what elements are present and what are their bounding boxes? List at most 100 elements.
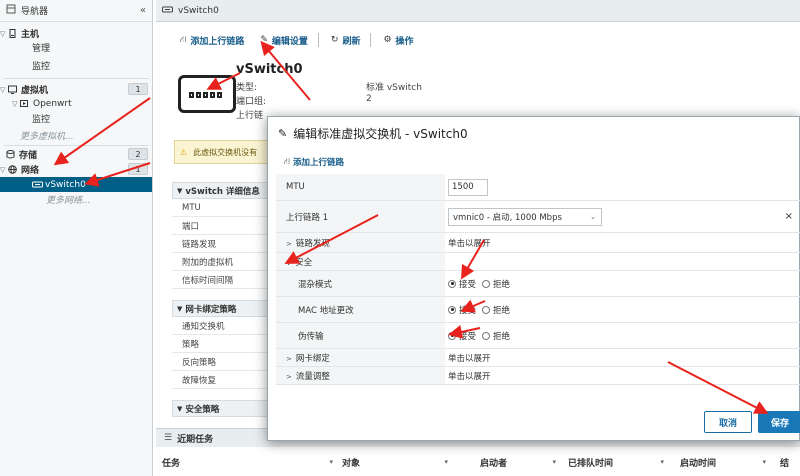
warning-text: 此虚拟交换机没有	[193, 147, 258, 157]
detail-row: MTU	[172, 199, 272, 217]
window-title-bar: vSwitch0	[156, 0, 800, 22]
vswitch-details-section: ▼ vSwitch 详细信息 MTU 端口 链路发现 附加的虚拟机 信标时间间隔	[172, 182, 272, 289]
nav-host-manage[interactable]: 管理	[0, 40, 152, 55]
save-button[interactable]: 保存	[758, 411, 800, 433]
chevron-down-icon[interactable]: ▽	[0, 30, 8, 38]
col-object[interactable]: 对象 ▾	[342, 453, 452, 471]
refresh-button[interactable]: ↻ 刷新	[331, 34, 361, 47]
window-title: vSwitch0	[178, 5, 219, 16]
prop-row: 端口组: 2	[236, 94, 372, 107]
mtu-label: MTU	[286, 182, 305, 192]
chevron-down-icon[interactable]: ▽	[0, 166, 8, 174]
chevron-down-icon: ▾	[660, 458, 664, 466]
security-row[interactable]: ∨ 安全	[276, 253, 800, 271]
col-result[interactable]: 结	[780, 453, 800, 471]
nav-vms-label: 虚拟机	[21, 86, 49, 96]
remove-uplink-icon[interactable]: ×	[785, 211, 793, 222]
dialog-add-uplink-button[interactable]: ⛙ 添加上行链路	[284, 156, 344, 169]
detail-row: 信标时间间隔	[172, 271, 272, 289]
toolbar-divider	[317, 33, 319, 47]
vswitch-details-header[interactable]: ▼ vSwitch 详细信息	[172, 182, 272, 199]
dialog-title-text: 编辑标准虚拟交换机 - vSwitch0	[293, 127, 468, 141]
col-initiator[interactable]: 启动者 ▾	[480, 453, 560, 471]
mtu-row: MTU 1500	[276, 174, 800, 201]
edit-settings-label: 编辑设置	[271, 36, 308, 47]
uplink-select-value: vmnic0 - 启动, 1000 Mbps	[453, 212, 562, 223]
collapse-navigator-icon[interactable]: «	[140, 5, 146, 16]
nav-vm-openwrt[interactable]: ▽ Openwrt	[0, 96, 152, 111]
tasks-column-headers: 任务 ▾ 对象 ▾ 启动者 ▾ 已排队时间 ▾ 启动时间 ▾ 结	[156, 453, 800, 471]
chevron-down-icon: ▾	[552, 458, 556, 466]
chevron-down-icon: ▼	[177, 304, 183, 313]
nav-vm-monitor[interactable]: 监控	[0, 111, 152, 126]
nav-divider	[4, 145, 149, 146]
teaming-row: 反向策略	[172, 353, 272, 371]
add-uplink-button[interactable]: ⛙ 添加上行链路	[180, 34, 244, 47]
nav-host-monitor[interactable]: 监控	[0, 58, 152, 73]
pencil-icon: ✎	[278, 127, 288, 140]
forged-transmits-row: 伪传输 接受 拒绝	[276, 323, 800, 349]
nic-teaming-hint: 单击以展开	[448, 353, 491, 364]
nav-storage[interactable]: 存储 2	[0, 147, 152, 162]
pencil-icon: ✎	[260, 35, 268, 45]
nav-vms[interactable]: ▽ 虚拟机 1	[0, 82, 152, 97]
actions-label: 操作	[395, 36, 414, 47]
storage-count-badge: 2	[128, 148, 148, 160]
nav-host[interactable]: ▽ 主机	[0, 26, 152, 41]
mac-change-accept-radio[interactable]: 接受	[448, 304, 476, 316]
nav-more-vms[interactable]: 更多虚拟机...	[0, 128, 152, 143]
security-label: 安全	[295, 257, 313, 268]
promiscuous-reject-radio[interactable]: 拒绝	[482, 278, 510, 290]
edit-settings-button[interactable]: ✎ 编辑设置	[260, 34, 308, 47]
switch-name-heading: vSwitch0	[236, 62, 303, 77]
nav-divider	[4, 78, 149, 79]
teaming-row: 策略	[172, 335, 272, 353]
chevron-down-icon: ▾	[444, 458, 448, 466]
forged-reject-radio[interactable]: 拒绝	[482, 330, 510, 342]
prop-row: 类型: 标准 vSwitch	[236, 83, 422, 93]
mac-change-reject-radio[interactable]: 拒绝	[482, 304, 510, 316]
nav-vm-monitor-label: 监控	[32, 115, 51, 125]
traffic-shaping-label: 流量调整	[295, 371, 330, 382]
uplink-icon: ⛙	[180, 34, 187, 45]
network-icon	[8, 165, 17, 174]
warning-banner: ⚠ 此虚拟交换机没有	[174, 140, 274, 164]
nav-network[interactable]: ▽ 网络 1	[0, 162, 152, 177]
chevron-down-icon[interactable]: ▽	[0, 86, 8, 94]
col-start-time[interactable]: 启动时间 ▾	[680, 453, 770, 471]
actions-button[interactable]: ⚙ 操作	[383, 34, 413, 47]
teaming-row: 故障恢复	[172, 371, 272, 389]
nav-vm-openwrt-label: Openwrt	[33, 98, 72, 109]
uplink-label: 上行链路 1	[286, 212, 329, 223]
nav-more-networks-label: 更多网络...	[46, 196, 91, 206]
nic-teaming-row[interactable]: > 网卡绑定 单击以展开	[276, 349, 800, 367]
mac-change-label: MAC 地址更改	[298, 305, 354, 316]
uplink-icon: ⛙	[284, 156, 290, 167]
mtu-input[interactable]: 1500	[448, 178, 488, 196]
detail-row: 端口	[172, 217, 272, 235]
chevron-down-icon: ▾	[329, 458, 333, 466]
chevron-down-icon: ▼	[177, 404, 183, 413]
nic-teaming-header[interactable]: ▼ 网卡绑定策略	[172, 300, 272, 317]
uplink-select[interactable]: vmnic0 - 启动, 1000 Mbps ⌄	[448, 207, 602, 226]
promiscuous-accept-radio[interactable]: 接受	[448, 278, 476, 290]
add-uplink-label: 添加上行链路	[190, 36, 245, 47]
forged-accept-radio[interactable]: 接受	[448, 330, 476, 342]
nav-vswitch0-label: vSwitch0	[45, 179, 86, 190]
traffic-shaping-row[interactable]: > 流量调整 单击以展开	[276, 367, 800, 385]
vm-icon	[8, 85, 17, 94]
refresh-label: 刷新	[342, 36, 361, 47]
link-discovery-row[interactable]: > 链路发现 单击以展开	[276, 233, 800, 253]
security-policy-header[interactable]: ▼ 安全策略	[172, 400, 272, 417]
refresh-icon: ↻	[330, 35, 339, 45]
cancel-button[interactable]: 取消	[704, 411, 752, 433]
nav-more-networks[interactable]: 更多网络...	[0, 192, 152, 207]
col-task[interactable]: 任务 ▾	[162, 453, 337, 471]
chevron-down-icon[interactable]: ▽	[12, 100, 20, 108]
chevron-down-icon: ∨	[286, 258, 292, 267]
nav-more-vms-label: 更多虚拟机...	[20, 132, 74, 142]
col-queued[interactable]: 已排队时间 ▾	[568, 453, 668, 471]
nav-vswitch0[interactable]: vSwitch0	[0, 177, 152, 192]
nav-network-label: 网络	[21, 166, 40, 176]
navigator-panel: 导航器 « ▽ 主机 管理 监控 ▽ 虚拟机 1 ▽ Openwrt 监控 更多…	[0, 0, 153, 476]
